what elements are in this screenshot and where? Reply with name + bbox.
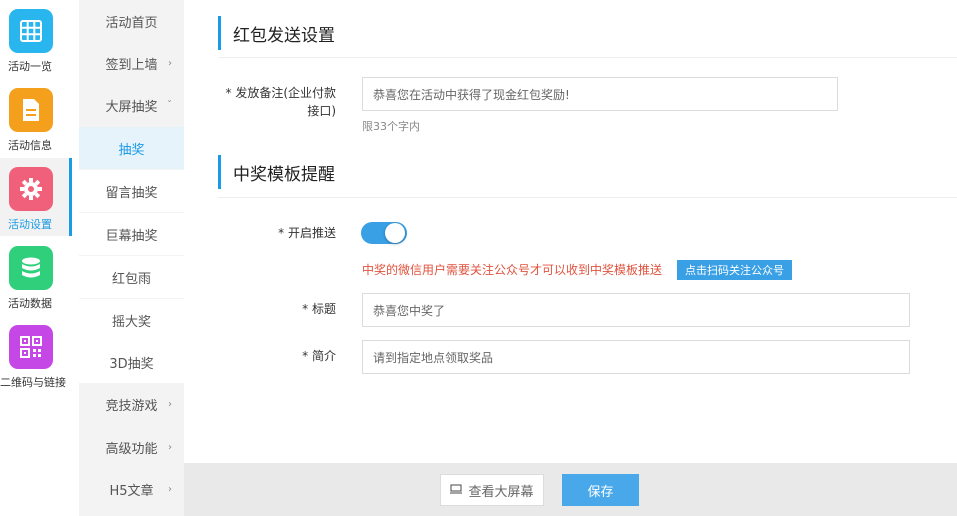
subnav-item-advanced-features[interactable]: 高级功能 › <box>79 426 184 468</box>
subnav-item-shake-prize[interactable]: 摇大奖 <box>79 299 184 341</box>
rail-item-activity-settings[interactable]: 活动设置 <box>0 158 72 236</box>
rail-item-activity-list[interactable]: 活动一览 <box>0 0 72 78</box>
remark-input[interactable]: 恭喜您在活动中获得了现金红包奖励! <box>362 77 838 111</box>
subnav-label: H5文章 <box>109 483 154 499</box>
subnav-label: 抽奖 <box>118 142 145 158</box>
chevron-right-icon: › <box>168 57 172 69</box>
remark-label-line1: * 发放备注(企业付款 <box>225 86 337 100</box>
settings-panel: 红包发送设置 * 发放备注(企业付款 接口) 恭喜您在活动中获得了现金红包奖励!… <box>198 0 957 463</box>
subnav-label: 3D抽奖 <box>109 356 154 372</box>
subnav-item-message-lottery[interactable]: 留言抽奖 <box>79 170 184 212</box>
gear-icon <box>9 167 53 211</box>
toggle-knob <box>385 223 405 243</box>
chevron-right-icon: › <box>168 441 172 453</box>
scan-follow-button[interactable]: 点击扫码关注公众号 <box>677 260 792 280</box>
subnav-item-activity-home[interactable]: 活动首页 <box>79 0 184 42</box>
qrcode-icon <box>9 325 53 369</box>
rail-label: 活动信息 <box>8 139 52 152</box>
chevron-right-icon: › <box>168 398 172 410</box>
grid-icon <box>9 9 53 53</box>
subnav-label: 活动首页 <box>105 15 158 31</box>
subnav-item-screen-lottery[interactable]: 大屏抽奖 ˇ <box>79 84 184 126</box>
monitor-icon <box>450 483 463 498</box>
template-title-input[interactable]: 恭喜您中奖了 <box>362 293 910 327</box>
title-label: * 标题 <box>302 302 336 316</box>
section-title-prize-template: 中奖模板提醒 <box>218 155 335 189</box>
subnav-label: 高级功能 <box>105 441 158 457</box>
subnav-label: 留言抽奖 <box>105 185 158 201</box>
rail-item-activity-data[interactable]: 活动数据 <box>0 237 72 315</box>
preview-label: 查看大屏幕 <box>468 484 534 500</box>
subnav-item-giant-lottery[interactable]: 巨幕抽奖 <box>79 213 184 255</box>
subnav-item-checkin-wall[interactable]: 签到上墙 › <box>79 42 184 84</box>
rail-label: 活动一览 <box>8 60 52 73</box>
chevron-right-icon: › <box>168 483 172 495</box>
rail-item-qrcode-link[interactable]: 二维码与链接 <box>0 316 72 394</box>
remark-hint: 限33个字内 <box>362 120 420 133</box>
subnav-label: 大屏抽奖 <box>105 99 158 115</box>
intro-label: * 简介 <box>302 349 336 363</box>
subnav-item-3d-lottery[interactable]: 3D抽奖 <box>79 341 184 383</box>
subnav-label: 红包雨 <box>111 271 151 287</box>
subnav-label: 摇大奖 <box>111 314 151 330</box>
subnav-item-red-packet-rain[interactable]: 红包雨 <box>79 256 184 298</box>
push-label: * 开启推送 <box>278 226 336 240</box>
rail-item-activity-info[interactable]: 活动信息 <box>0 79 72 157</box>
follow-warning: 中奖的微信用户需要关注公众号才可以收到中奖模板推送 <box>362 263 663 277</box>
template-intro-input[interactable]: 请到指定地点领取奖品 <box>362 340 910 374</box>
view-big-screen-button[interactable]: 查看大屏幕 <box>440 474 544 506</box>
remark-label: * 发放备注(企业付款 接口) <box>198 84 337 120</box>
rail-label: 二维码与链接 <box>0 376 66 389</box>
divider <box>218 197 957 198</box>
action-bar: 查看大屏幕 保存 <box>184 463 957 516</box>
subnav-item-competitive-games[interactable]: 竞技游戏 › <box>79 383 184 425</box>
remark-label-line2: 接口) <box>307 104 336 118</box>
chevron-down-icon: ˇ <box>167 99 172 111</box>
app-root: 活动一览 活动信息 活动设置 活动数据 二维码与链接 活动首页 签到上墙 › 大… <box>0 0 957 516</box>
rail-label: 活动数据 <box>8 297 52 310</box>
subnav-item-h5-article[interactable]: H5文章 › <box>79 468 184 510</box>
save-button[interactable]: 保存 <box>562 474 639 506</box>
section-title-red-packet: 红包发送设置 <box>218 16 335 50</box>
subnav-item-lottery[interactable]: 抽奖 <box>79 127 184 169</box>
icon-rail: 活动一览 活动信息 活动设置 活动数据 二维码与链接 <box>0 0 72 516</box>
rail-label: 活动设置 <box>8 218 52 231</box>
subnav-label: 竞技游戏 <box>105 398 158 414</box>
document-icon <box>9 88 53 132</box>
push-toggle[interactable] <box>361 222 407 244</box>
subnav-label: 巨幕抽奖 <box>105 228 158 244</box>
database-icon <box>9 246 53 290</box>
subnav-label: 签到上墙 <box>105 57 158 73</box>
divider <box>218 57 957 58</box>
sub-sidebar: 活动首页 签到上墙 › 大屏抽奖 ˇ 抽奖 留言抽奖 巨幕抽奖 红包雨 摇大奖 … <box>79 0 184 516</box>
